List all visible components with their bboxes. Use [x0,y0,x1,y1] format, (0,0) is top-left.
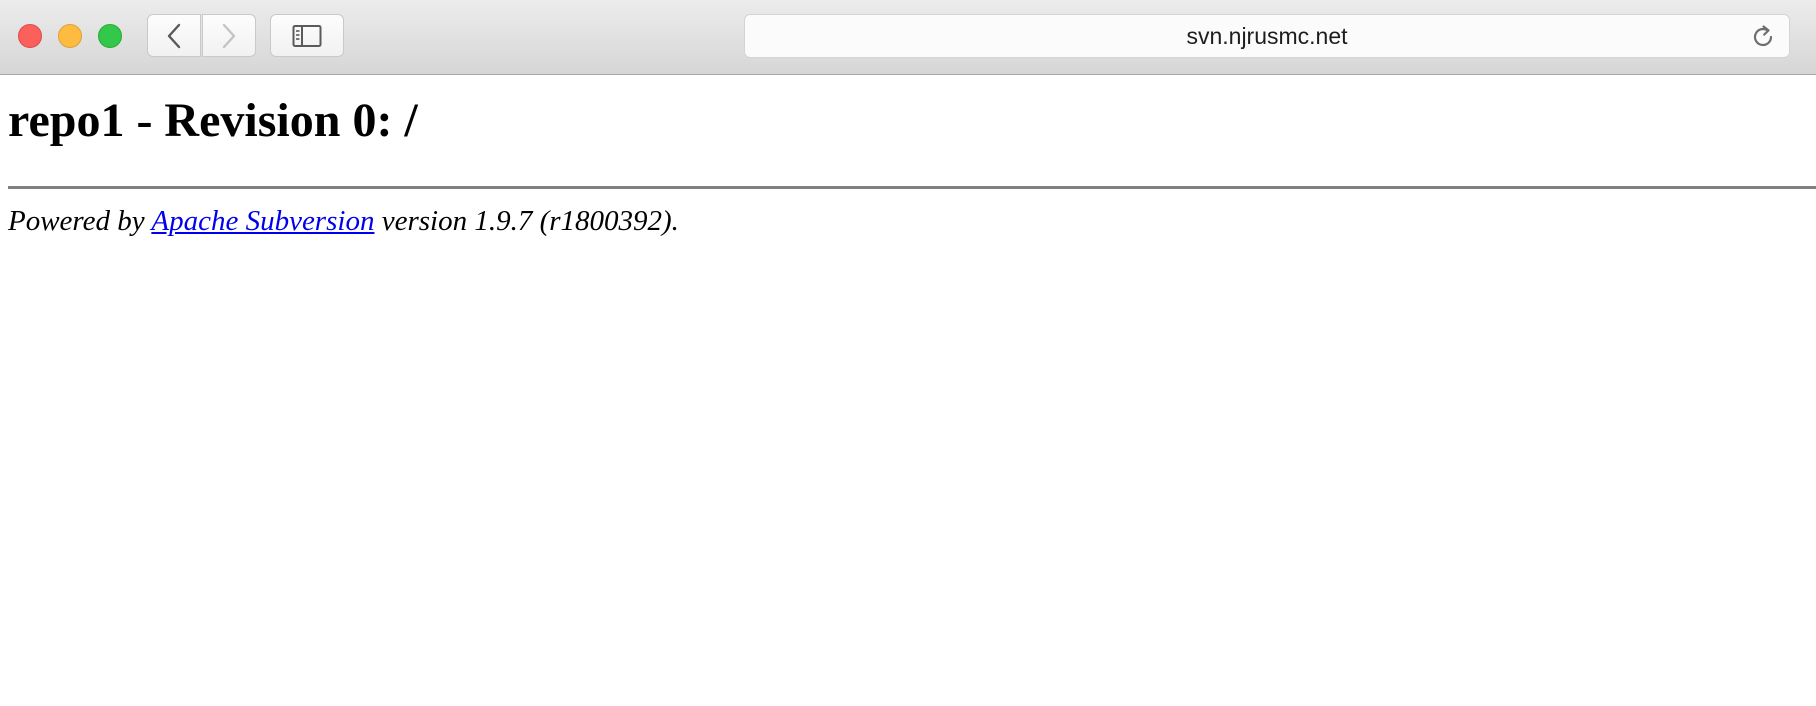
reload-icon [1753,25,1773,47]
apache-subversion-link[interactable]: Apache Subversion [151,205,374,237]
powered-by-footer: Powered by Apache Subversion version 1.9… [8,205,679,238]
footer-suffix: version 1.9.7 (r1800392). [374,205,679,237]
back-button[interactable] [147,14,201,57]
forward-button[interactable] [202,14,256,57]
minimize-window-button[interactable] [58,24,82,48]
horizontal-rule [8,186,1816,189]
sidebar-toggle-button[interactable] [270,14,344,57]
chevron-right-icon [222,23,236,48]
zoom-window-button[interactable] [98,24,122,48]
reload-button[interactable] [1749,23,1777,51]
page-title: repo1 - Revision 0: / [8,94,418,147]
address-bar[interactable]: svn.njrusmc.net [744,14,1790,58]
address-text: svn.njrusmc.net [1186,22,1348,49]
footer-prefix: Powered by [8,205,152,237]
chevron-left-icon [167,23,181,48]
page-content: repo1 - Revision 0: / Powered by Apache … [0,76,1816,706]
sidebar-icon [292,24,322,47]
browser-window: svn.njrusmc.net repo1 - Revision 0: / Po… [0,0,1816,706]
close-window-button[interactable] [18,24,42,48]
browser-toolbar: svn.njrusmc.net [0,0,1816,75]
